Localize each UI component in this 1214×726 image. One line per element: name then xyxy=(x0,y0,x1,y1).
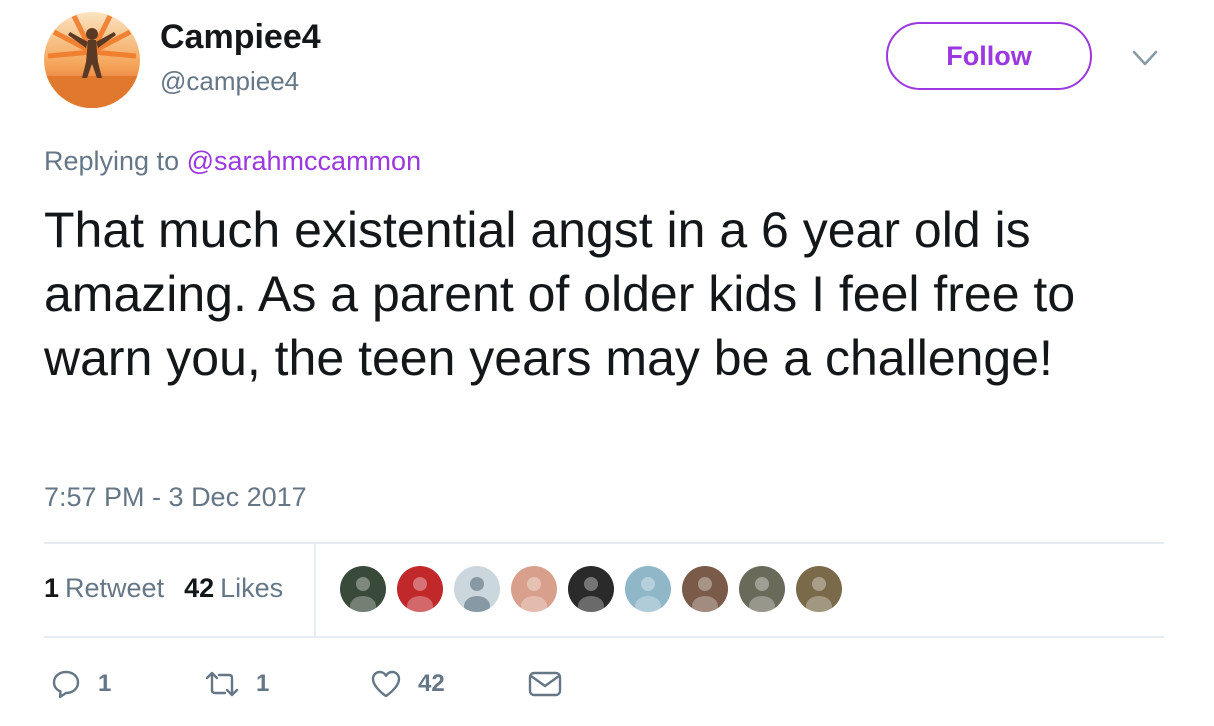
liker-avatar[interactable] xyxy=(511,566,557,612)
retweets-count: 1 xyxy=(44,573,60,603)
reply-action[interactable]: 1 xyxy=(50,662,111,706)
heart-icon xyxy=(371,670,401,698)
replying-to: Replying to @sarahmccammon xyxy=(44,146,421,177)
liker-avatar[interactable] xyxy=(739,566,785,612)
retweets-label: Retweet xyxy=(65,573,165,603)
display-name[interactable]: Campiee4 xyxy=(160,18,321,57)
direct-message-action[interactable] xyxy=(528,662,562,706)
retweet-icon xyxy=(205,671,239,697)
like-count: 42 xyxy=(418,670,445,697)
avatar-image xyxy=(44,12,140,108)
user-handle[interactable]: @campiee4 xyxy=(160,66,299,97)
likes-count: 42 xyxy=(184,573,215,603)
avatar[interactable] xyxy=(44,12,140,108)
tweet-stats: 1 Retweet 42 Likes xyxy=(44,573,283,604)
stats-divider xyxy=(314,544,316,636)
liker-avatar[interactable] xyxy=(682,566,728,612)
follow-button[interactable]: Follow xyxy=(886,22,1092,90)
liker-avatar[interactable] xyxy=(340,566,386,612)
replying-prefix: Replying to xyxy=(44,146,180,176)
envelope-icon xyxy=(528,671,562,697)
liker-avatar[interactable] xyxy=(796,566,842,612)
chevron-down-icon[interactable] xyxy=(1128,44,1162,72)
tweet-actions: 1 1 42 xyxy=(44,662,644,706)
likes-label: Likes xyxy=(220,573,284,603)
tweet-timestamp[interactable]: 7:57 PM - 3 Dec 2017 xyxy=(44,482,307,513)
liker-avatar[interactable] xyxy=(454,566,500,612)
retweets-stat[interactable]: 1 Retweet xyxy=(44,573,164,604)
like-action[interactable]: 42 xyxy=(370,662,445,706)
divider xyxy=(44,636,1164,638)
liker-avatar[interactable] xyxy=(568,566,614,612)
tweet-text: That much existential angst in a 6 year … xyxy=(44,202,1076,386)
liker-avatars xyxy=(340,566,853,612)
liker-avatar[interactable] xyxy=(397,566,443,612)
reply-count: 1 xyxy=(98,670,112,697)
divider xyxy=(44,542,1164,544)
reply-icon xyxy=(52,670,80,699)
retweet-action[interactable]: 1 xyxy=(204,662,269,706)
likes-stat[interactable]: 42 Likes xyxy=(184,573,283,604)
reply-mention-link[interactable]: @sarahmccammon xyxy=(187,146,421,176)
retweet-count: 1 xyxy=(256,670,270,697)
liker-avatar[interactable] xyxy=(625,566,671,612)
